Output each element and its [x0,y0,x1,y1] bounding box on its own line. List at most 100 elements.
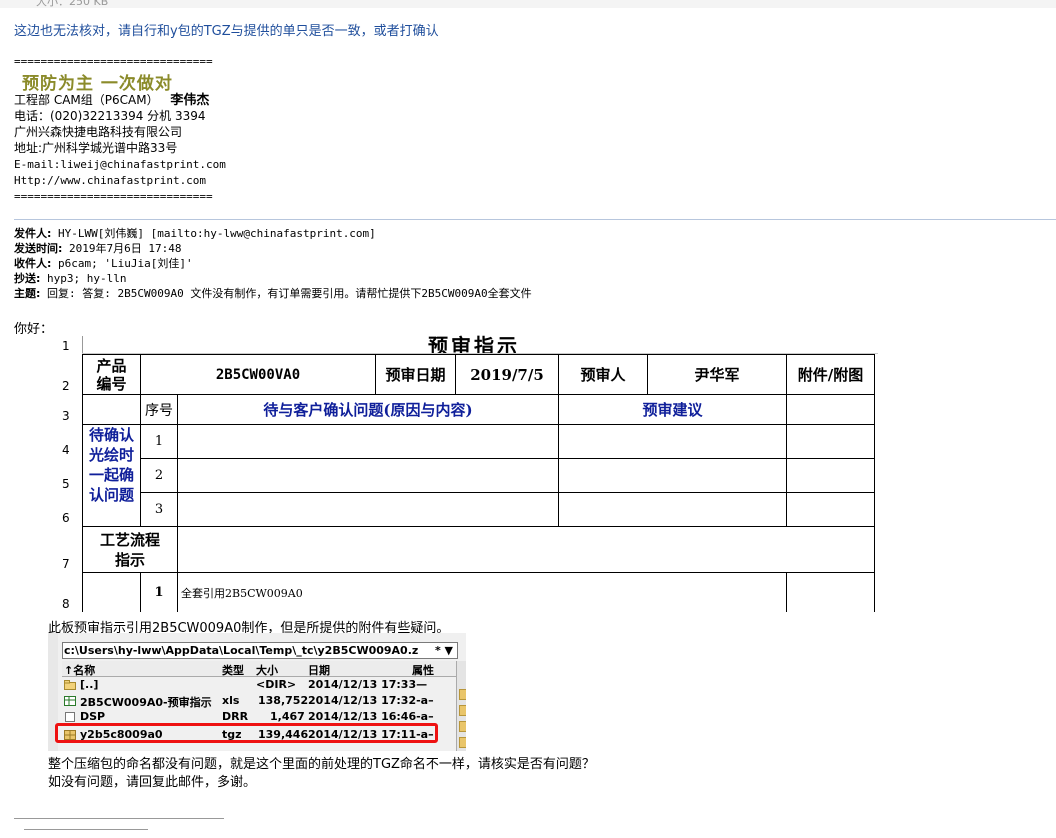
empty-cell [786,394,875,425]
file-icon [65,712,75,722]
header-cc: 抄送: hyp3; hy-lln [14,271,127,286]
header-cc-value: hyp3; hy-lln [47,272,127,285]
signature-company: 广州兴森快捷电路科技有限公司 [14,125,183,139]
issue-label-cell: 待与客户确认问题(原因与内容) [177,394,559,425]
process-seq-cell: 1 [140,572,178,612]
header-sent-label: 发送时间: [14,242,63,255]
closing-line-2: 如没有问题，请回复此邮件，多谢。 [48,775,257,790]
file-size: 138,752 [258,694,309,707]
file-size: 1,467 [270,710,305,723]
column-attr[interactable]: 属性 [412,662,434,678]
column-type[interactable]: 类型 [222,662,244,678]
archive-path: c:\Users\hy-lww\AppData\Local\Temp\_tc\y… [64,644,419,657]
reviewer-label-cell: 预审人 [558,354,648,395]
file-date: 2014/12/13 17:33— [308,678,428,691]
review-date-value-cell: 2019/7/5 [455,354,559,395]
highlight-box [55,723,438,743]
signature-website[interactable]: Http://www.chinafastprint.com [14,173,206,189]
row-number: 4 [48,424,83,458]
column-name[interactable]: ↑名称 [64,662,95,678]
signature-separator-bottom: ============================== [14,190,213,203]
header-sent-value: 2019年7月6日 17:48 [69,242,182,255]
signature-name: 李伟杰 [170,93,210,108]
file-type: DRR [222,710,249,723]
empty-cell [82,572,141,612]
file-type: xls [222,694,240,707]
process-label-cell: 工艺流程 指示 [82,526,178,573]
product-label-cell: 产品 编号 [82,354,141,395]
seq-label-cell: 序号 [140,394,178,425]
empty-cell [786,572,875,612]
footer-divider [24,829,148,830]
header-from-label: 发件人: [14,227,52,240]
column-date[interactable]: 日期 [308,662,330,678]
issue-cell [177,492,559,527]
signature-email[interactable]: E-mail:liweij@chinafastprint.com [14,157,226,173]
greeting: 你好： [14,322,54,337]
header-sent: 发送时间: 2019年7月6日 17:48 [14,241,182,256]
pending-issues-group-cell: 待确认 光绘时 一起确 认问题 [82,424,141,527]
attachment-cell [786,492,875,527]
file-list-header: ↑名称 类型 大小 日期 属性 [62,661,458,677]
file-row[interactable]: 2B5CW009A0-预审指示 xls 138,752 2014/12/13 1… [62,693,462,709]
attachment-label-cell: 附件/附图 [786,354,875,395]
signature-dept: 工程部 CAM组（P6CAM） [14,93,159,107]
seq-cell: 2 [140,458,178,493]
folder-up-icon [64,680,76,690]
attachment-cell [786,458,875,493]
row-number: 1 [48,336,83,354]
excel-file-icon [64,696,76,706]
signature-phone: 电话：(020)32213394 分机 3394 [14,109,206,123]
file-name: 2B5CW009A0-预审指示 [80,696,212,709]
row-number: 3 [48,394,83,424]
issue-cell [177,458,559,493]
footer-divider [14,818,224,819]
file-date: 2014/12/13 17:32-a– [308,694,434,707]
header-from-value[interactable]: HY-LWW[刘伟巍] [mailto:hy-lww@chinafastprin… [58,227,376,240]
review-sheet-image: 预审指示 1 2 3 4 5 6 7 8 产品 编号 2B5CW00VA0 预审… [48,334,878,612]
file-manager-screenshot: c:\Users\hy-lww\AppData\Local\Temp\_tc\y… [48,633,466,751]
header-subject-label: 主题: [14,287,41,300]
row-number: 2 [48,354,83,394]
closing-message: 整个压缩包的命名都没有问题，就是这个里面的前处理的TGZ命名不一样，请核实是否有… [48,756,595,792]
file-name: DSP [80,710,106,723]
closing-line-1: 整个压缩包的命名都没有问题，就是这个里面的前处理的TGZ命名不一样，请核实是否有… [48,757,595,772]
signature-dept-line: 工程部 CAM组（P6CAM） 李伟杰 [14,92,209,109]
seq-cell: 3 [140,492,178,527]
empty-cell [82,394,141,425]
signature-slogan: 预防为主 一次做对 [22,74,173,94]
previous-attachment-strip: 大小：250 KB [0,0,1056,8]
folder-icon [459,737,466,748]
row-number: 7 [48,526,83,572]
file-row[interactable]: [..] <DIR> 2014/12/13 17:33— [62,677,462,693]
row-number: 8 [48,572,83,612]
file-date: 2014/12/13 16:46-a– [308,710,434,723]
row-number: 5 [48,458,83,492]
archive-path-bar: c:\Users\hy-lww\AppData\Local\Temp\_tc\y… [62,642,458,659]
column-size[interactable]: 大小 [256,662,278,678]
file-size: <DIR> [256,678,297,691]
signature-address: 地址:广州科学城光谱中路33号 [14,141,178,155]
header-to-label: 收件人: [14,257,52,270]
header-subject: 主题: 回复: 答复: 2B5CW009A0 文件没有制作，有订单需要引用。请帮… [14,286,532,301]
intro-message: 这边也无法核对，请自行和y包的TGZ与提供的单只是否一致，或者打确认 [14,24,439,39]
row-number: 6 [48,492,83,526]
file-name: [..] [80,678,99,691]
suggestion-label-cell: 预审建议 [558,394,787,425]
signature-separator-top: ============================== [14,55,213,68]
header-to: 收件人: p6cam; 'LiuJia[刘佳]' [14,256,193,271]
suggestion-cell [558,424,787,459]
suggestion-cell [558,458,787,493]
seq-cell: 1 [140,424,178,459]
attachment-cell [786,424,875,459]
path-history-controls: * ▼ [434,644,453,657]
process-text-cell: 全套引用2B5CW009A0 [177,572,787,612]
folder-icon [459,721,466,732]
header-subject-value: 回复: 答复: 2B5CW009A0 文件没有制作，有订单需要引用。请帮忙提供下… [47,287,532,300]
header-from: 发件人: HY-LWW[刘伟巍] [mailto:hy-lww@chinafas… [14,226,376,241]
review-date-label-cell: 预审日期 [375,354,456,395]
suggestion-cell [558,492,787,527]
attachment-size-fragment: 大小：250 KB [36,0,109,8]
header-to-value: p6cam; 'LiuJia[刘佳]' [58,257,193,270]
folder-icon [459,705,466,716]
